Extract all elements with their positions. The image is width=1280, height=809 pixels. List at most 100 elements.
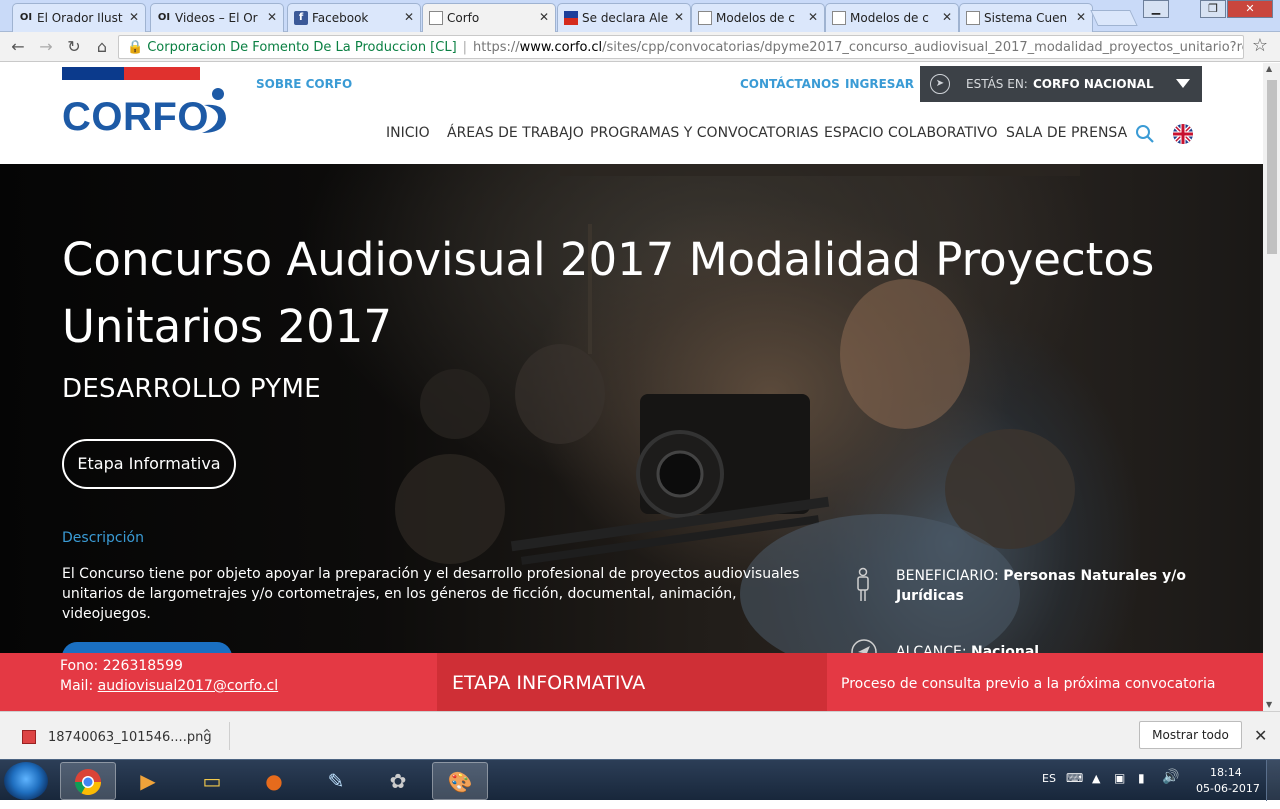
nav-inicio[interactable]: INICIO [386,125,430,141]
tab-close-icon[interactable]: ✕ [1076,10,1086,24]
show-all-downloads-button[interactable]: Mostrar todo [1139,721,1242,749]
nav-sala-de-prensa[interactable]: SALA DE PRENSA [1006,125,1127,141]
image-file-icon [22,730,36,744]
tab-videos-el-orador[interactable]: OI Videos – El Or ✕ [150,3,284,32]
page-favicon-icon [429,11,443,25]
tab-modelos-2[interactable]: Modelos de c ✕ [825,3,959,32]
tab-facebook[interactable]: f Facebook ✕ [287,3,421,32]
firefox-taskbar-icon[interactable]: ● [246,762,302,800]
address-separator: | [462,40,468,55]
close-window-button[interactable]: ✕ [1227,0,1273,18]
nav-espacio-colaborativo[interactable]: ESPACIO COLABORATIVO [824,125,998,141]
page-favicon-icon [698,11,712,25]
bookmark-star-icon[interactable]: ☆ [1250,37,1270,55]
tab-label: Videos – El Or [175,11,258,25]
english-language-flag-icon[interactable] [1173,124,1193,144]
scroll-up-arrow-icon[interactable]: ▲ [1266,64,1272,73]
browser-toolbar: ← → ↻ ⌂ 🔒 Corporacion De Fomento De La Pr… [0,32,1280,62]
browser-tab-strip: OI El Orador Ilust ✕ OI Videos – El Or ✕… [0,0,1280,32]
language-indicator[interactable]: ES [1042,772,1056,785]
region-value: CORFO NACIONAL [1033,77,1154,91]
network-icon[interactable]: ▮ [1138,771,1145,785]
close-icon[interactable]: ✕ [1254,726,1267,745]
tab-close-icon[interactable]: ✕ [674,10,684,24]
tab-label: Sistema Cuen [984,11,1068,25]
search-icon[interactable] [1135,124,1155,144]
download-file-name: 18740063_101546....png [48,730,212,745]
mail-label: Mail: [60,678,94,694]
mail-link[interactable]: audiovisual2017@corfo.cl [98,678,279,694]
url-host: www.corfo.cl [519,40,603,55]
restore-window-button[interactable]: ❐ [1200,0,1226,18]
phone-number: Fono: 226318599 [60,658,183,674]
site-identity[interactable]: Corporacion De Fomento De La Produccion … [147,40,456,55]
nav-areas-de-trabajo[interactable]: ÁREAS DE TRABAJO [447,125,584,141]
tab-label: Corfo [447,11,480,25]
tab-label: Modelos de c [850,11,929,25]
chevron-up-icon[interactable]: ⌃ [201,727,213,743]
beneficiary-info: BENEFICIARIO: Personas Naturales y/o Jur… [896,566,1186,606]
minimize-window-button[interactable]: ▁ [1143,0,1169,18]
forward-icon[interactable]: → [36,38,56,56]
reload-icon[interactable]: ↻ [64,38,84,56]
login-link[interactable]: INGRESAR [845,77,914,91]
tab-el-orador-ilust[interactable]: OI El Orador Ilust ✕ [12,3,146,32]
nav-programas-y-convocatorias[interactable]: PROGRAMAS Y CONVOCATORIAS [590,125,819,141]
home-icon[interactable]: ⌂ [92,38,112,56]
tab-modelos-1[interactable]: Modelos de c ✕ [691,3,825,32]
chevron-down-icon [1176,79,1190,88]
contact-bar: Fono: 226318599 Mail: audiovisual2017@co… [0,653,1263,711]
tab-close-icon[interactable]: ✕ [808,10,818,24]
start-button[interactable] [4,762,48,800]
show-desktop-button[interactable] [1266,760,1280,801]
lock-icon: 🔒 [127,40,144,55]
page-favicon-icon [832,11,846,25]
stage-button[interactable]: Etapa Informativa [62,439,236,489]
tab-close-icon[interactable]: ✕ [539,10,549,24]
person-icon [857,567,869,601]
tab-sistema-cuen[interactable]: Sistema Cuen ✕ [959,3,1093,32]
clock-time[interactable]: 18:14 [1210,766,1242,779]
windows-taskbar: ▶ ▭ ● ✎ ✿ 🎨 ES ⌨ ▲ ▣ ▮ 🔊 18:14 05-06-201… [0,759,1280,801]
region-selector[interactable]: ➤ ESTÁS EN: CORFO NACIONAL [920,66,1202,102]
notepad-taskbar-icon[interactable]: ✎ [308,762,364,800]
flag-favicon-icon [564,11,578,25]
corfo-logo[interactable]: CORFO [62,95,209,140]
facebook-favicon-icon: f [294,11,308,25]
url-scheme: https:// [473,40,520,55]
beneficiary-label: BENEFICIARIO: [896,568,999,584]
tab-se-declara[interactable]: Se declara Ale ✕ [557,3,691,32]
tab-close-icon[interactable]: ✕ [942,10,952,24]
media-player-taskbar-icon[interactable]: ▶ [120,762,176,800]
back-icon[interactable]: ← [8,38,28,56]
logo-flag-red [124,67,200,80]
paint-taskbar-icon[interactable]: 🎨 [432,762,488,800]
tab-label: Modelos de c [716,11,795,25]
gimp-taskbar-icon[interactable]: ✿ [370,762,426,800]
scroll-down-arrow-icon[interactable]: ▼ [1266,700,1272,709]
clock-date[interactable]: 05-06-2017 [1196,782,1260,795]
volume-icon[interactable]: 🔊 [1162,769,1179,785]
contact-link[interactable]: CONTÁCTANOS [740,77,840,91]
program-category: DESARROLLO PYME [62,374,321,404]
chrome-taskbar-icon[interactable] [60,762,116,800]
tab-close-icon[interactable]: ✕ [267,10,277,24]
tab-corfo[interactable]: Corfo ✕ [422,3,556,32]
tab-close-icon[interactable]: ✕ [129,10,139,24]
about-corfo-link[interactable]: SOBRE CORFO [256,77,352,91]
file-explorer-taskbar-icon[interactable]: ▭ [184,762,240,800]
download-item[interactable]: 18740063_101546....png ⌃ [8,722,230,750]
address-bar[interactable]: 🔒 Corporacion De Fomento De La Produccion… [118,35,1244,59]
tab-label: El Orador Ilust [37,11,123,25]
tab-label: Facebook [312,11,369,25]
scrollbar-thumb[interactable] [1267,80,1277,254]
page-favicon-icon [966,11,980,25]
hero-banner: Concurso Audiovisual 2017 Modalidad Proy… [0,164,1263,654]
tab-close-icon[interactable]: ✕ [404,10,414,24]
site-header: CORFO SOBRE CORFO CONTÁCTANOS INGRESAR ➤… [0,63,1263,164]
keyboard-icon[interactable]: ⌨ [1066,771,1083,785]
tab-label: Se declara Ale [582,11,669,25]
new-tab-button[interactable] [1090,10,1138,26]
show-hidden-icons-icon[interactable]: ▲ [1092,772,1100,785]
device-icon[interactable]: ▣ [1114,771,1125,785]
